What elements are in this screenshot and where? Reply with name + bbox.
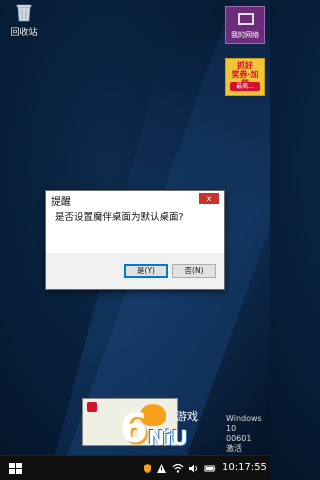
watermark-game: 游戏 [176, 410, 198, 423]
site-watermark: 6 NiU 游戏 [120, 404, 230, 454]
my-network-tile[interactable]: 我的网络 [225, 6, 265, 44]
dialog-message: 是否设置魔伴桌面为默认桌面? [55, 212, 184, 223]
win10-line: Windows 10 [226, 414, 262, 433]
yes-button[interactable]: 是(Y) [124, 264, 168, 278]
monitor-icon [238, 13, 254, 25]
close-button[interactable]: x [199, 193, 219, 204]
dialog-button-row: 是(Y) 否(N) [46, 253, 224, 289]
shield-icon[interactable] [142, 463, 153, 474]
no-button[interactable]: 否(N) [172, 264, 216, 278]
desktop-background: 回收站 我的网络 抓好 奖券·加薪 最高... 提醒 x 是否设置魔伴桌面为默认… [0, 0, 270, 455]
promo-line1: 抓好 [237, 61, 253, 70]
dialog-titlebar[interactable]: 提醒 x [46, 191, 224, 208]
windows-activation-text: Windows 10 00601 激活 [226, 414, 270, 454]
warning-icon[interactable] [156, 463, 167, 474]
wifi-icon[interactable] [172, 463, 184, 474]
win10-line: 00601 [226, 434, 252, 443]
volume-icon[interactable] [188, 463, 199, 474]
confirm-dialog: 提醒 x 是否设置魔伴桌面为默认桌面? 是(Y) 否(N) [45, 190, 225, 290]
watermark-six: 6 [120, 406, 148, 452]
promo-line3: 最高... [230, 82, 260, 91]
promo-tile[interactable]: 抓好 奖券·加薪 最高... [225, 58, 265, 96]
taskbar-clock[interactable]: 10:17:55 [222, 462, 267, 473]
app-icon [87, 402, 97, 412]
recycle-bin-label: 回收站 [10, 28, 38, 38]
taskbar: 10:17:55 [0, 455, 270, 480]
recycle-bin-shortcut[interactable]: 回收站 [4, 2, 44, 38]
watermark-niu: NiU [148, 426, 188, 450]
battery-icon[interactable] [204, 463, 216, 474]
windows-start-icon[interactable] [9, 463, 23, 475]
dialog-message-area: 是否设置魔伴桌面为默认桌面? [46, 207, 224, 255]
win10-line: 激活 [226, 444, 242, 453]
dialog-title: 提醒 [51, 197, 71, 208]
recycle-bin-icon [14, 2, 34, 22]
tile-label: 我的网络 [231, 31, 259, 39]
